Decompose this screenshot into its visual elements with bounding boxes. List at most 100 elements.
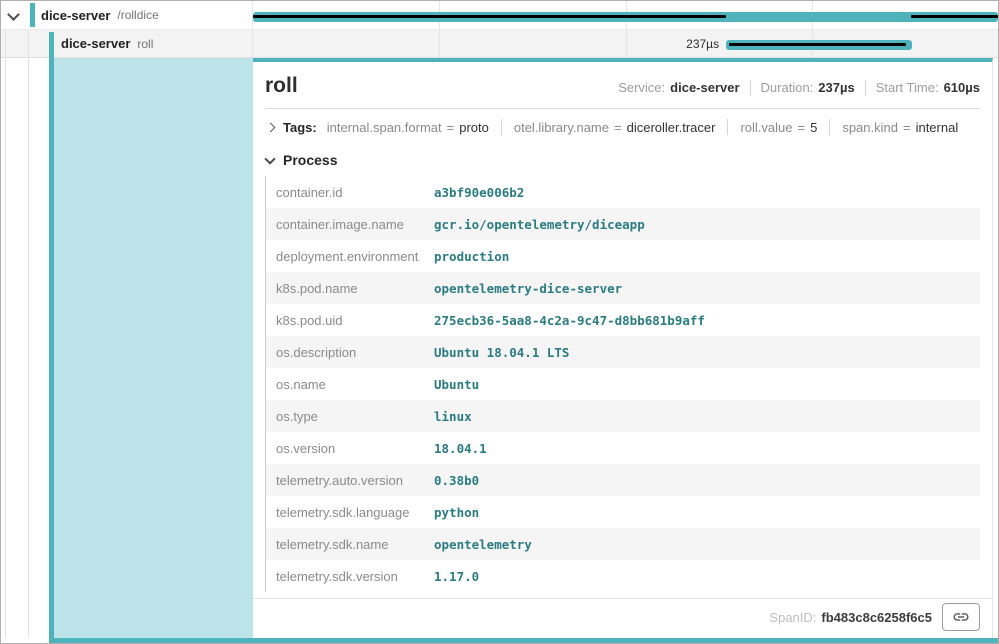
- span-id-value: fb483c8c6258f6c5: [821, 610, 932, 625]
- span-overview-stats: Service: dice-server Duration: 237µs Sta…: [618, 80, 980, 95]
- process-accordion-header[interactable]: Process: [265, 144, 980, 176]
- equals-sign: =: [447, 120, 455, 135]
- table-row[interactable]: k8s.pod.uid275ecb36-5aa8-4c2a-9c47-d8bb6…: [266, 304, 980, 336]
- table-row[interactable]: container.image.namegcr.io/opentelemetry…: [266, 208, 980, 240]
- kv-value: 275ecb36-5aa8-4c2a-9c47-d8bb681b9aff: [434, 313, 705, 328]
- chevron-down-icon: [264, 153, 275, 164]
- self-time-segment: [911, 15, 998, 18]
- selected-span-indent-fill: [54, 58, 253, 638]
- span-row-roll[interactable]: dice-server roll 237µs: [1, 30, 998, 58]
- kv-key: container.image.name: [266, 217, 434, 232]
- separator: [501, 119, 502, 135]
- table-row[interactable]: os.descriptionUbuntu 18.04.1 LTS: [266, 336, 980, 368]
- tag-item: otel.library.name = diceroller.tracer: [514, 120, 716, 135]
- span-id-label: SpanID:: [769, 610, 816, 625]
- equals-sign: =: [798, 120, 806, 135]
- table-row[interactable]: telemetry.sdk.version1.17.0: [266, 560, 980, 592]
- span-name-cell-rolldice[interactable]: dice-server /rolldice: [1, 1, 253, 29]
- span-row-rolldice[interactable]: dice-server /rolldice: [1, 1, 998, 30]
- span-title: roll: [265, 74, 298, 98]
- table-row[interactable]: telemetry.sdk.nameopentelemetry: [266, 528, 980, 560]
- tag-value: 5: [810, 120, 817, 135]
- kv-value: opentelemetry: [434, 537, 532, 552]
- span-name-cell-roll[interactable]: dice-server roll: [1, 30, 253, 57]
- deep-link-button[interactable]: [942, 603, 980, 631]
- kv-key: deployment.environment: [266, 249, 434, 264]
- equals-sign: =: [614, 120, 622, 135]
- separator: [750, 81, 751, 95]
- kv-key: os.name: [266, 377, 434, 392]
- kv-value: python: [434, 505, 479, 520]
- kv-value: linux: [434, 409, 472, 424]
- separator: [829, 119, 830, 135]
- table-row[interactable]: os.nameUbuntu: [266, 368, 980, 400]
- kv-key: os.type: [266, 409, 434, 424]
- tag-key: roll.value: [740, 120, 792, 135]
- span-detail-card: roll Service: dice-server Duration: 237µ…: [253, 58, 993, 638]
- process-label: Process: [283, 152, 337, 168]
- duration-label: Duration:: [761, 80, 814, 95]
- link-icon: [952, 608, 970, 626]
- kv-key: container.id: [266, 185, 434, 200]
- tags-label: Tags:: [283, 120, 317, 135]
- kv-value: 0.38b0: [434, 473, 479, 488]
- span-detail-header: roll Service: dice-server Duration: 237µ…: [253, 62, 992, 98]
- tree-indent-guide: [28, 30, 29, 638]
- chevron-right-icon: [266, 122, 276, 132]
- tree-indent-guide: [5, 30, 6, 638]
- table-row[interactable]: container.ida3bf90e006b2: [266, 176, 980, 208]
- kv-value: production: [434, 249, 509, 264]
- span-bar-rolldice[interactable]: [253, 12, 998, 22]
- table-row[interactable]: os.version18.04.1: [266, 432, 980, 464]
- self-time-segment: [253, 15, 726, 18]
- kv-value: a3bf90e006b2: [434, 185, 524, 200]
- tag-key: otel.library.name: [514, 120, 609, 135]
- start-time-value: 610µs: [944, 80, 980, 95]
- span-bar-roll[interactable]: [726, 40, 912, 50]
- tag-value: internal: [916, 120, 959, 135]
- span-detail-footer: SpanID: fb483c8c6258f6c5: [253, 598, 992, 635]
- grid-line: [439, 30, 440, 57]
- kv-key: telemetry.sdk.version: [266, 569, 434, 584]
- timeline-cell-rolldice: [253, 1, 998, 29]
- kv-key: k8s.pod.name: [266, 281, 434, 296]
- timeline-cell-roll: 237µs: [253, 30, 998, 57]
- kv-key: os.version: [266, 441, 434, 456]
- table-row[interactable]: telemetry.auto.version0.38b0: [266, 464, 980, 496]
- kv-value: Ubuntu: [434, 377, 479, 392]
- start-time-label: Start Time:: [876, 80, 939, 95]
- grid-line: [626, 30, 627, 57]
- tag-item: roll.value = 5: [740, 120, 817, 135]
- tag-key: internal.span.format: [327, 120, 442, 135]
- service-name: dice-server: [61, 36, 130, 51]
- self-time-segment: [729, 43, 906, 46]
- kv-key: os.description: [266, 345, 434, 360]
- collapse-children-chevron-icon[interactable]: [7, 8, 20, 21]
- span-color-bar: [30, 3, 35, 27]
- tags-accordion-header[interactable]: Tags: internal.span.format = proto otel.…: [265, 109, 980, 144]
- equals-sign: =: [903, 120, 911, 135]
- duration-value: 237µs: [818, 80, 854, 95]
- operation-name: roll: [137, 37, 153, 51]
- separator: [727, 119, 728, 135]
- kv-key: k8s.pod.uid: [266, 313, 434, 328]
- tag-key: span.kind: [842, 120, 898, 135]
- table-row[interactable]: k8s.pod.nameopentelemetry-dice-server: [266, 272, 980, 304]
- tag-item: internal.span.format = proto: [327, 120, 489, 135]
- operation-name: /rolldice: [117, 8, 158, 22]
- selected-span-bottom-border: [49, 638, 998, 643]
- kv-value: gcr.io/opentelemetry/diceapp: [434, 217, 645, 232]
- tag-value: proto: [459, 120, 489, 135]
- kv-value: 18.04.1: [434, 441, 487, 456]
- span-duration-label: 237µs: [686, 30, 726, 57]
- tag-value: diceroller.tracer: [627, 120, 716, 135]
- service-name: dice-server: [41, 8, 110, 23]
- kv-value: 1.17.0: [434, 569, 479, 584]
- table-row[interactable]: telemetry.sdk.languagepython: [266, 496, 980, 528]
- service-label: Service:: [618, 80, 665, 95]
- tag-item: span.kind = internal: [842, 120, 958, 135]
- table-row[interactable]: os.typelinux: [266, 400, 980, 432]
- trace-timeline-view: dice-server /rolldice dice-server roll: [0, 0, 999, 644]
- table-row[interactable]: deployment.environmentproduction: [266, 240, 980, 272]
- kv-key: telemetry.sdk.name: [266, 537, 434, 552]
